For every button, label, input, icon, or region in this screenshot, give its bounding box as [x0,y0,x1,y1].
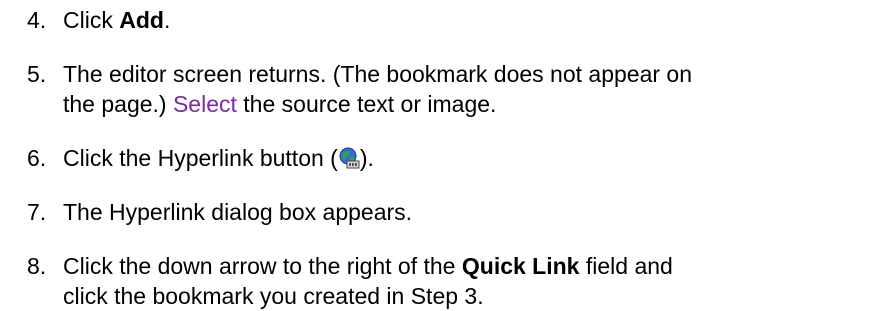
add-button-label: Add [119,7,164,33]
step-text-prefix: Click the down arrow to the right of the [63,253,462,279]
step-text-line2: click the bookmark you created in Step 3… [63,283,484,309]
step-text-line2-suffix: the source text or image. [236,91,497,117]
step-text: Click the Hyperlink button ( ). [63,143,877,173]
step-number: 8. [27,253,47,279]
step-4: 4. Click Add. [27,5,877,35]
step-7: 7. The Hyperlink dialog box appears. [27,197,877,227]
step-text: Click Add. [63,5,877,35]
step-text: Click the down arrow to the right of the… [63,251,877,311]
step-number: 5. [27,61,47,87]
step-number: 4. [27,7,47,33]
step-number: 6. [27,145,47,171]
step-5: 5. The editor screen returns. (The bookm… [27,59,877,119]
step-6: 6. Click the Hyperlink button ( ). [27,143,877,173]
step-text: The editor screen returns. (The bookmark… [63,59,877,119]
step-text-suffix: . [163,7,171,33]
step-text-line1: The editor screen returns. (The bookmark… [63,61,693,87]
step-text-suffix: ). [359,145,374,171]
step-text-prefix: Click [63,7,120,33]
step-text: The Hyperlink dialog box appears. [63,199,413,225]
step-text-prefix: Click the Hyperlink button ( [63,145,338,171]
step-text-suffix: field and [579,253,673,279]
select-link[interactable]: Select [173,91,237,117]
step-8: 8. Click the down arrow to the right of … [27,251,877,311]
hyperlink-globe-icon [338,146,360,169]
quick-link-field-label: Quick Link [461,253,580,279]
step-text-line2-prefix: the page.) [63,91,173,117]
step-number: 7. [27,199,47,225]
